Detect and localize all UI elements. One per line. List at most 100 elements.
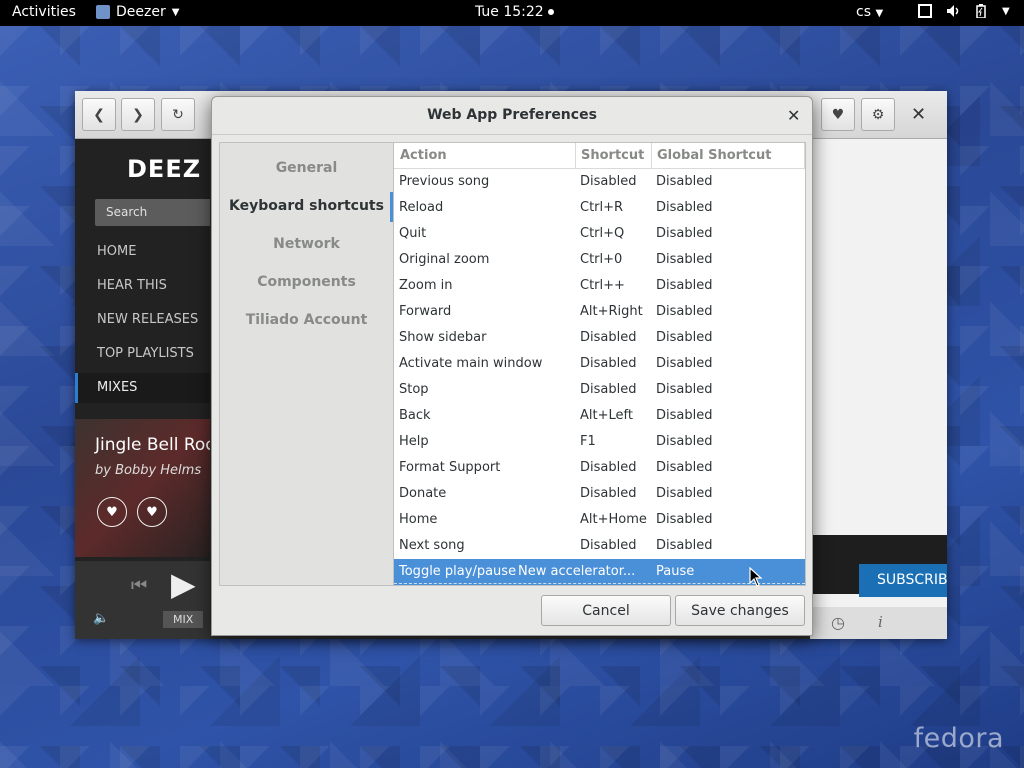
sidebar-item-general[interactable]: General (220, 160, 393, 176)
table-row[interactable]: Quit Ctrl+Q Disabled (394, 221, 805, 247)
subscribe-button[interactable]: SUBSCRIB (859, 564, 948, 597)
cell-action: Format Support (399, 460, 501, 475)
cell-global-shortcut[interactable]: Disabled (656, 278, 712, 293)
back-button[interactable]: ❮ (82, 98, 116, 131)
table-row[interactable]: Format Support Disabled Disabled (394, 455, 805, 481)
cell-action: Back (399, 408, 431, 423)
cell-shortcut[interactable]: Alt+Left (580, 408, 633, 423)
cell-global-shortcut[interactable]: Disabled (656, 460, 712, 475)
cell-global-shortcut[interactable]: Disabled (656, 252, 712, 267)
cell-shortcut[interactable]: Disabled (580, 174, 636, 189)
favorite-button[interactable]: ♥ (821, 98, 855, 131)
table-row[interactable]: Forward Alt+Right Disabled (394, 299, 805, 325)
nav-item-mixes[interactable]: MIXES (75, 373, 210, 403)
song-artist: by Bobby Helms (95, 463, 202, 478)
table-row[interactable]: Toggle play/pause New accelerator... Pause (394, 559, 805, 585)
cell-shortcut[interactable]: Ctrl+0 (580, 252, 622, 267)
gear-icon: ⚙ (871, 106, 885, 123)
speaker-icon[interactable]: 🔈 (93, 611, 109, 626)
table-row[interactable]: Previous song Disabled Disabled (394, 169, 805, 195)
column-header-shortcut[interactable]: Shortcut (581, 148, 644, 163)
nav-item-hear-this[interactable]: HEAR THIS (75, 271, 210, 301)
cell-global-shortcut[interactable]: Disabled (656, 382, 712, 397)
cell-global-shortcut[interactable]: Disabled (656, 174, 712, 189)
nav-item-new-releases[interactable]: NEW RELEASES (75, 305, 210, 335)
table-row[interactable]: Zoom in Ctrl++ Disabled (394, 273, 805, 299)
cell-global-shortcut[interactable]: Disabled (656, 226, 712, 241)
preferences-sidebar: General Keyboard shortcuts Network Compo… (219, 142, 394, 586)
search-input[interactable]: Search (95, 199, 210, 226)
cell-shortcut[interactable]: F1 (580, 434, 596, 449)
sidebar-item-network[interactable]: Network (220, 236, 393, 252)
dislike-button[interactable]: ♥ (97, 497, 127, 527)
broken-heart-icon: ♥ (106, 504, 118, 520)
cancel-button[interactable]: Cancel (541, 595, 671, 626)
chevron-down-icon: ▼ (171, 6, 180, 18)
cell-shortcut[interactable]: Disabled (580, 460, 636, 475)
cell-global-shortcut[interactable]: Disabled (656, 512, 712, 527)
close-icon[interactable]: ✕ (787, 106, 800, 125)
table-row[interactable]: Donate Disabled Disabled (394, 481, 805, 507)
column-header-action[interactable]: Action (400, 148, 447, 163)
cell-global-shortcut[interactable]: Pause (656, 564, 694, 579)
table-row[interactable]: Show sidebar Disabled Disabled (394, 325, 805, 351)
cell-shortcut[interactable]: Disabled (580, 538, 636, 553)
table-row[interactable]: Stop Disabled Disabled (394, 377, 805, 403)
bottom-toolbar: ◷ i (810, 607, 947, 639)
column-header-global-shortcut[interactable]: Global Shortcut (657, 148, 771, 163)
like-button[interactable]: ♥ (137, 497, 167, 527)
cell-shortcut[interactable]: Alt+Home (580, 512, 647, 527)
info-icon[interactable]: i (878, 613, 883, 631)
cell-global-shortcut[interactable]: Disabled (656, 304, 712, 319)
close-icon[interactable]: ✕ (911, 104, 926, 125)
column-separator (575, 143, 576, 168)
table-row[interactable]: Help F1 Disabled (394, 429, 805, 455)
sidebar-item-components[interactable]: Components (220, 274, 393, 290)
cell-shortcut[interactable]: Ctrl+R (580, 200, 623, 215)
table-row[interactable]: Home Alt+Home Disabled (394, 507, 805, 533)
cell-shortcut[interactable]: Disabled (580, 486, 636, 501)
table-row[interactable]: Next song Disabled Disabled (394, 533, 805, 559)
fedora-watermark: fedora (913, 723, 1004, 754)
save-changes-button[interactable]: Save changes (675, 595, 805, 626)
cell-global-shortcut[interactable]: Disabled (656, 330, 712, 345)
language-label: cs (856, 4, 871, 20)
cell-global-shortcut[interactable]: Disabled (656, 356, 712, 371)
nav-item-home[interactable]: HOME (75, 237, 210, 267)
cell-shortcut[interactable]: Disabled (580, 356, 636, 371)
table-row[interactable]: Original zoom Ctrl+0 Disabled (394, 247, 805, 273)
player-controls: ⏮ ▶ 🔈 MIX (75, 561, 210, 639)
clock-icon[interactable]: ◷ (831, 613, 845, 632)
table-row[interactable]: Activate main window Disabled Disabled (394, 351, 805, 377)
sidebar-item-keyboard-shortcuts[interactable]: Keyboard shortcuts (220, 192, 393, 222)
cell-global-shortcut[interactable]: Disabled (656, 200, 712, 215)
cell-shortcut[interactable]: Disabled (580, 330, 636, 345)
reload-button[interactable]: ↻ (161, 98, 195, 131)
cell-action: Home (399, 512, 438, 527)
cell-shortcut[interactable]: Disabled (580, 382, 636, 397)
heart-icon: ♥ (831, 106, 845, 123)
cell-global-shortcut[interactable]: Disabled (656, 538, 712, 553)
table-row[interactable]: Back Alt+Left Disabled (394, 403, 805, 429)
play-icon[interactable]: ▶ (171, 565, 196, 603)
activities-button[interactable]: Activities (12, 4, 76, 20)
cell-global-shortcut[interactable]: Disabled (656, 408, 712, 423)
previous-track-icon[interactable]: ⏮ (131, 575, 147, 596)
cell-global-shortcut[interactable]: Disabled (656, 434, 712, 449)
table-row[interactable]: Reload Ctrl+R Disabled (394, 195, 805, 221)
cell-shortcut[interactable]: Ctrl++ (580, 278, 625, 293)
chevron-down-icon: ▼ (1002, 5, 1010, 17)
cell-global-shortcut[interactable]: Disabled (656, 486, 712, 501)
clock[interactable]: Tue 15:22 (475, 4, 554, 20)
settings-button[interactable]: ⚙ (861, 98, 895, 131)
sidebar-item-tiliado-account[interactable]: Tiliado Account (220, 312, 393, 328)
cell-shortcut[interactable]: Alt+Right (580, 304, 643, 319)
cell-shortcut[interactable]: New accelerator... (518, 564, 635, 579)
app-menu[interactable]: Deezer ▼ (96, 4, 179, 20)
nav-item-top-playlists[interactable]: TOP PLAYLISTS (75, 339, 210, 369)
language-selector[interactable]: cs ▼ (856, 4, 883, 20)
system-tray[interactable]: ▼ (918, 4, 1010, 18)
forward-button[interactable]: ❯ (121, 98, 155, 131)
shortcuts-table: Action Shortcut Global Shortcut Previous… (393, 142, 806, 586)
cell-shortcut[interactable]: Ctrl+Q (580, 226, 624, 241)
